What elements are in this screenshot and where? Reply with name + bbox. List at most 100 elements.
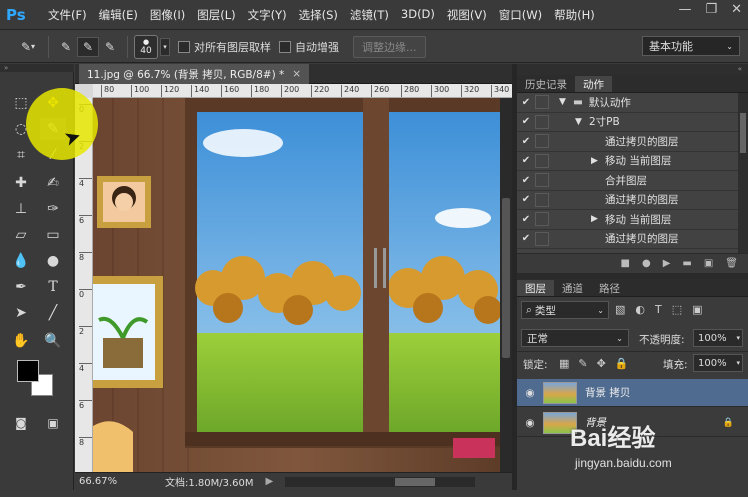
brush-size-picker[interactable]: ● 40 xyxy=(134,34,158,59)
minimize-icon[interactable]: — xyxy=(678,2,691,17)
menu-item[interactable]: 文字(Y) xyxy=(242,7,293,23)
menu-item[interactable]: 窗口(W) xyxy=(493,7,548,23)
dialog-toggle-box[interactable] xyxy=(535,173,549,188)
actions-scrollbar[interactable] xyxy=(738,93,748,253)
action-row[interactable]: ✔ ▼ ▬ 默认动作 xyxy=(517,93,748,113)
menu-item[interactable]: 视图(V) xyxy=(441,7,493,23)
menu-item[interactable]: 图像(I) xyxy=(144,7,191,23)
menu-item[interactable]: 帮助(H) xyxy=(548,7,601,23)
menu-item[interactable]: 选择(S) xyxy=(293,7,344,23)
document-tab[interactable]: 11.jpg @ 66.7% (背景 拷贝, RGB/8#) * × xyxy=(79,64,310,84)
lock-transparency-icon[interactable]: ▦ xyxy=(559,357,569,370)
expand-arrow-icon[interactable]: ▶ xyxy=(591,156,605,166)
menu-item[interactable]: 文件(F) xyxy=(42,7,93,23)
action-row[interactable]: ✔ 通过拷贝的图层 xyxy=(517,230,748,249)
menu-item[interactable]: 图层(L) xyxy=(191,7,241,23)
panel-tab[interactable]: 通道 xyxy=(554,280,591,296)
dialog-toggle-box[interactable] xyxy=(535,134,549,149)
visibility-eye-icon[interactable]: ◉ xyxy=(517,417,543,429)
scrollbar-thumb[interactable] xyxy=(502,198,510,358)
new-action-icon[interactable]: ▣ xyxy=(704,258,713,269)
hand-tool[interactable]: ✋ xyxy=(8,330,34,352)
expand-arrow-icon[interactable]: ▼ xyxy=(559,97,573,107)
dialog-toggle-box[interactable] xyxy=(535,231,549,246)
foreground-color-swatch[interactable] xyxy=(17,360,39,382)
dialog-toggle-box[interactable] xyxy=(535,192,549,207)
close-icon[interactable]: ✕ xyxy=(731,2,742,17)
new-selection-button[interactable]: ✎ xyxy=(55,37,77,57)
check-icon[interactable]: ✔ xyxy=(517,116,535,127)
auto-enhance-checkbox[interactable]: 自动增强 xyxy=(279,39,339,55)
dodge-tool[interactable]: ● xyxy=(40,250,66,272)
screen-mode-toggle[interactable]: ▣ xyxy=(40,412,66,434)
lock-pixels-icon[interactable]: ✎ xyxy=(578,357,587,370)
menu-item[interactable]: 编辑(E) xyxy=(93,7,144,23)
record-icon[interactable]: ● xyxy=(642,258,651,269)
refine-edge-button[interactable]: 调整边缘... xyxy=(353,35,426,58)
gradient-tool[interactable]: ▭ xyxy=(40,224,66,246)
adjust-filter-icon[interactable]: ◐ xyxy=(635,303,645,316)
tab-close-icon[interactable]: × xyxy=(292,68,301,80)
expand-arrow-icon[interactable]: ▼ xyxy=(575,117,589,127)
restore-icon[interactable]: ❐ xyxy=(705,2,717,17)
quick-mask-toggle[interactable]: ◙ xyxy=(8,412,34,434)
action-row[interactable]: ✔ ▶ 移动 当前图层 xyxy=(517,152,748,171)
type-tool[interactable]: T xyxy=(40,276,66,298)
blend-mode-select[interactable]: 正常 ⌄ xyxy=(521,329,629,347)
dialog-toggle-box[interactable] xyxy=(535,153,549,168)
clone-stamp-tool[interactable]: ⊥ xyxy=(8,198,34,220)
smart-filter-icon[interactable]: ▣ xyxy=(692,303,702,316)
history-brush-tool[interactable]: ✑ xyxy=(40,198,66,220)
action-row[interactable]: ✔ 通过拷贝的图层 xyxy=(517,191,748,210)
image-canvas[interactable] xyxy=(93,98,500,472)
delete-icon[interactable]: 🗑 xyxy=(725,258,738,269)
action-row[interactable]: ✔ 合并图层 xyxy=(517,171,748,191)
shape-filter-icon[interactable]: ⬚ xyxy=(672,303,682,316)
subtract-selection-button[interactable]: ✎ xyxy=(99,37,121,57)
action-row[interactable]: ✔ ▼ 2寸PB xyxy=(517,113,748,132)
vertical-scrollbar[interactable] xyxy=(500,98,512,472)
panel-tab[interactable]: 动作 xyxy=(575,76,612,92)
sample-all-layers-checkbox[interactable]: 对所有图层取样 xyxy=(178,39,271,55)
panel-collapse-grip[interactable]: « xyxy=(517,64,748,75)
type-filter-icon[interactable]: T xyxy=(655,303,662,316)
lock-position-icon[interactable]: ✥ xyxy=(597,357,606,370)
path-selection-tool[interactable]: ➤ xyxy=(8,302,34,324)
tool-preset-picker[interactable]: ✎ ▾ xyxy=(14,37,42,57)
pixel-filter-icon[interactable]: ▧ xyxy=(615,303,625,316)
zoom-tool[interactable]: 🔍 xyxy=(40,330,66,352)
zoom-level[interactable]: 66.67% xyxy=(79,476,149,487)
check-icon[interactable]: ✔ xyxy=(517,194,535,205)
layer-row[interactable]: ◉ 背景 拷贝 xyxy=(517,379,748,407)
brush-size-dropdown[interactable]: ▾ xyxy=(160,37,170,56)
check-icon[interactable]: ✔ xyxy=(517,155,535,166)
dialog-toggle-box[interactable] xyxy=(535,212,549,227)
check-icon[interactable]: ✔ xyxy=(517,214,535,225)
panel-tab[interactable]: 历史记录 xyxy=(517,76,575,92)
line-tool[interactable]: ╱ xyxy=(40,302,66,324)
visibility-eye-icon[interactable]: ◉ xyxy=(517,387,543,399)
eraser-tool[interactable]: ▱ xyxy=(8,224,34,246)
menu-item[interactable]: 滤镜(T) xyxy=(344,7,395,23)
hscroll-thumb[interactable] xyxy=(395,477,436,486)
panel-tab[interactable]: 图层 xyxy=(517,280,554,296)
menu-item[interactable]: 3D(D) xyxy=(395,7,441,23)
play-icon[interactable]: ▶ xyxy=(663,258,671,269)
workspace-select[interactable]: 基本功能 ⌄ xyxy=(642,36,740,56)
status-menu-arrow[interactable]: ▶ xyxy=(266,476,274,487)
action-row[interactable]: ✔ ▶ 移动 当前图层 xyxy=(517,210,748,230)
healing-brush-tool[interactable]: ✚ xyxy=(8,172,34,194)
opacity-field[interactable]: 100% ▾ xyxy=(693,329,743,347)
check-icon[interactable]: ✔ xyxy=(517,97,535,108)
fill-field[interactable]: 100% ▾ xyxy=(693,354,743,372)
action-row[interactable]: ✔ 通过拷贝的图层 xyxy=(517,132,748,152)
lock-all-icon[interactable]: 🔒 xyxy=(615,357,629,370)
expand-arrow-icon[interactable]: ▶ xyxy=(591,214,605,224)
check-icon[interactable]: ✔ xyxy=(517,136,535,147)
dialog-toggle-box[interactable] xyxy=(535,114,549,129)
horizontal-ruler[interactable]: 80 100 120 140 160 180 200 220 240 260 280 300 320 34… xyxy=(93,84,512,98)
check-icon[interactable]: ✔ xyxy=(517,233,535,244)
layer-filter-select[interactable]: ⌕ 类型 ⌄ xyxy=(521,301,609,319)
stop-icon[interactable]: ■ xyxy=(621,258,630,269)
blur-tool[interactable]: 💧 xyxy=(8,250,34,272)
